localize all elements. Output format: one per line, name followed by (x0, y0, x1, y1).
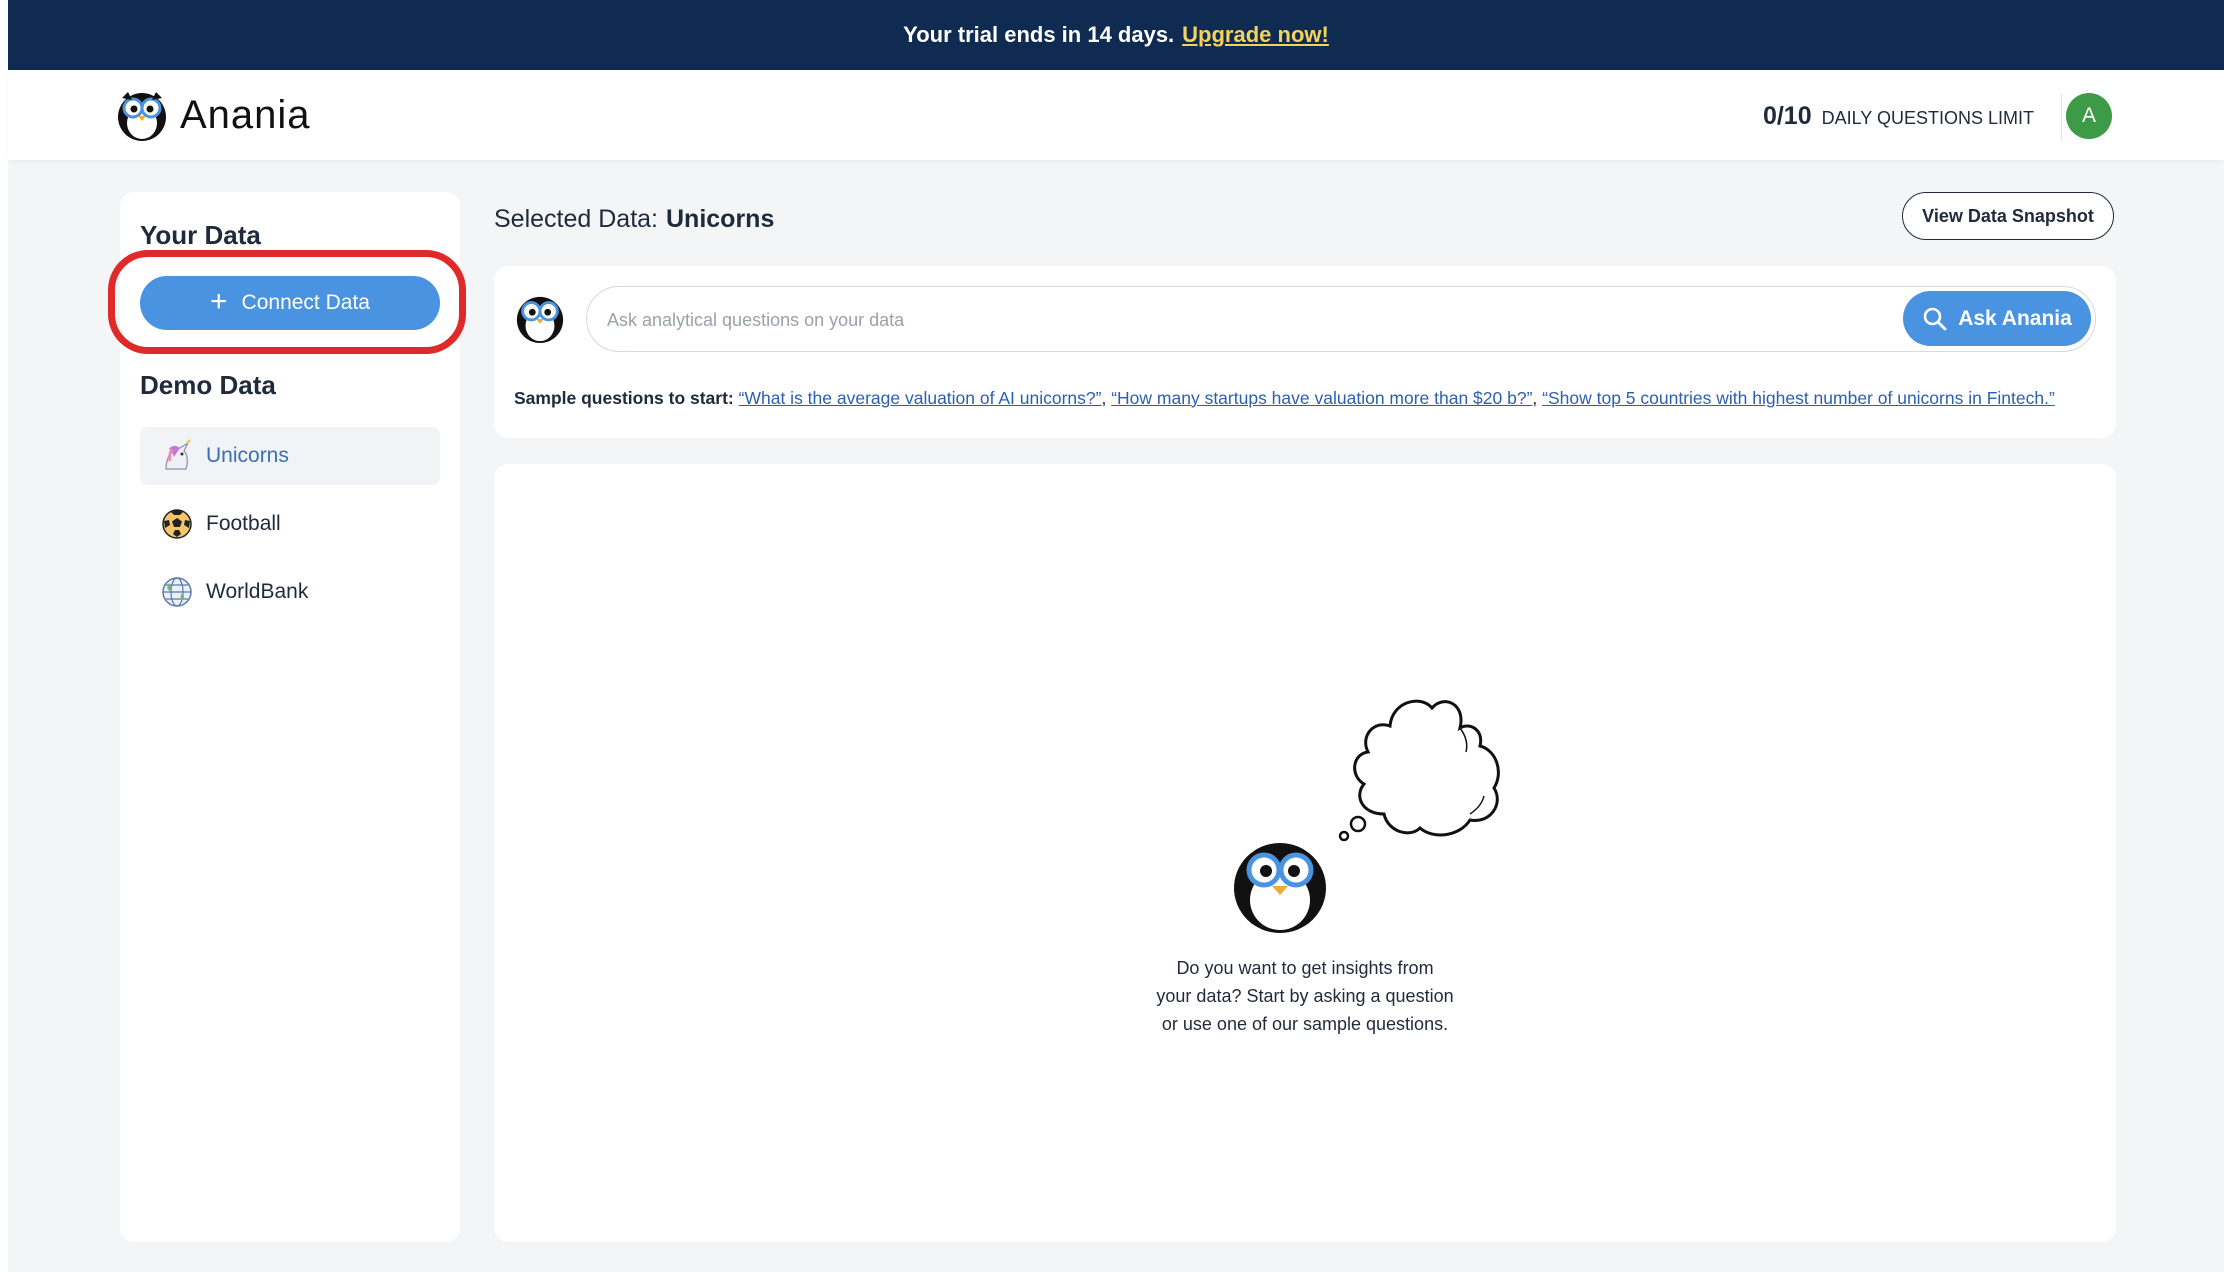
globe-icon (160, 575, 194, 609)
empty-state-text: Do you want to get insights from your da… (494, 954, 2116, 1038)
sample-questions-lead: Sample questions to start: (514, 388, 734, 408)
header-divider (2061, 94, 2062, 140)
ask-card: Ask Anania Sample questions to start: “W… (494, 266, 2116, 438)
search-icon (1923, 307, 1947, 330)
app-root: Your trial ends in 14 days. Upgrade now!… (8, 0, 2224, 1272)
empty-state-line: or use one of our sample questions. (1161, 1014, 1449, 1034)
owl-logo-icon (118, 92, 166, 141)
sample-question-link[interactable]: “How many startups have valuation more t… (1111, 388, 1532, 408)
thinking-owl-illustration (1234, 699, 1500, 933)
brand-name: Anania (180, 92, 311, 137)
upgrade-link[interactable]: Upgrade now! (1182, 22, 1329, 48)
owl-avatar-icon (516, 296, 564, 344)
user-avatar[interactable]: A (2066, 93, 2112, 139)
demo-item-label: WorldBank (206, 580, 309, 603)
trial-banner-text: Your trial ends in 14 days. (903, 22, 1175, 47)
demo-data-heading: Demo Data (140, 370, 276, 400)
connect-data-button[interactable]: + Connect Data (140, 276, 440, 330)
view-data-snapshot-button[interactable]: View Data Snapshot (1902, 192, 2114, 240)
football-icon (160, 507, 194, 541)
ask-question-input[interactable] (605, 301, 1909, 339)
ask-anania-label: Ask Anania (1958, 306, 2072, 330)
daily-limit: 0/10 DAILY QUESTIONS LIMIT (1763, 102, 2034, 131)
sidebar: Your Data + Connect Data Demo Data Unico… (108, 192, 466, 1242)
limit-count: 0/10 (1762, 102, 1812, 130)
plus-icon: + (210, 284, 228, 318)
demo-item-label: Unicorns (206, 444, 289, 467)
empty-state-line: your data? Start by asking a question (1156, 986, 1454, 1006)
results-panel: Do you want to get insights from your da… (494, 464, 2116, 1242)
limit-label: DAILY QUESTIONS LIMIT (1821, 108, 2034, 128)
logo[interactable]: Anania (116, 88, 311, 142)
top-header: Anania 0/10 DAILY QUESTIONS LIMIT A (8, 70, 2224, 160)
connect-data-label: Connect Data (241, 291, 370, 314)
sample-questions: Sample questions to start: “What is the … (514, 388, 2055, 408)
sample-question-link[interactable]: “What is the average valuation of AI uni… (739, 388, 1102, 408)
selected-data: Selected Data: Unicorns (494, 205, 774, 234)
selected-data-value: Unicorns (666, 205, 775, 233)
trial-banner: Your trial ends in 14 days. Upgrade now! (8, 0, 2224, 70)
ask-box: Ask Anania (586, 286, 2096, 352)
demo-item-worldbank[interactable]: WorldBank (140, 563, 440, 621)
your-data-heading: Your Data (140, 220, 261, 250)
demo-item-unicorns[interactable]: Unicorns (140, 427, 440, 485)
unicorn-icon (160, 439, 194, 473)
demo-item-football[interactable]: Football (140, 495, 440, 553)
selected-data-label: Selected Data: (494, 205, 658, 233)
empty-state-line: Do you want to get insights from (1176, 958, 1434, 978)
sample-question-link[interactable]: “Show top 5 countries with highest numbe… (1542, 388, 2055, 408)
demo-item-label: Football (206, 512, 281, 535)
ask-anania-button[interactable]: Ask Anania (1903, 291, 2091, 346)
